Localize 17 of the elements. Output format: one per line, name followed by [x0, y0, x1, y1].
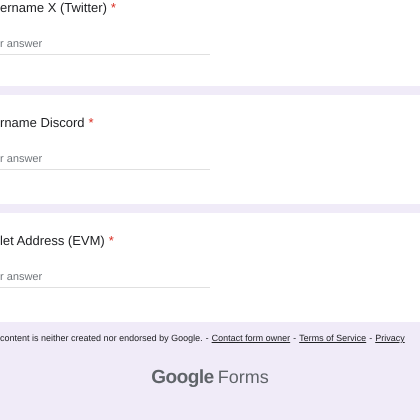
separator-text: - [293, 332, 296, 345]
footer-link[interactable]: Contact form owner [212, 332, 290, 346]
question-title: let Address (EVM) [0, 233, 105, 249]
answer-field[interactable]: r answer [0, 33, 210, 55]
required-asterisk: * [110, 0, 116, 16]
question-title: rname Discord [0, 115, 85, 131]
separator-text: - [206, 332, 209, 345]
disclaimer-text: content is neither created nor endorsed by Google. [0, 332, 203, 345]
required-asterisk: * [88, 115, 94, 131]
separator-text: - [369, 332, 372, 345]
logo: Google Forms [150, 366, 270, 390]
footer-link[interactable]: Terms of Service [299, 332, 366, 346]
answer-field[interactable]: r answer [0, 266, 210, 288]
required-asterisk: * [108, 233, 114, 249]
question-title: ername X (Twitter) [0, 0, 107, 16]
answer-field[interactable]: r answer [0, 148, 210, 170]
footer-link[interactable]: Privacy [375, 332, 405, 346]
